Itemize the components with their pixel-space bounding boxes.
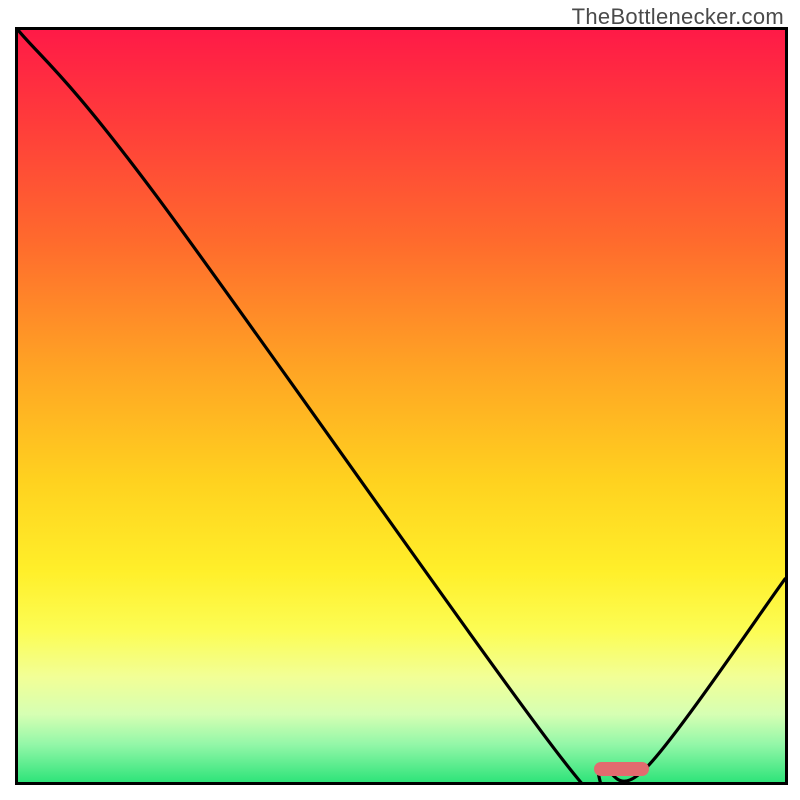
chart-stage: TheBottlenecker.com [0,0,800,800]
optimum-marker [594,762,649,776]
plot-area [15,30,785,785]
bottleneck-curve [18,30,785,782]
